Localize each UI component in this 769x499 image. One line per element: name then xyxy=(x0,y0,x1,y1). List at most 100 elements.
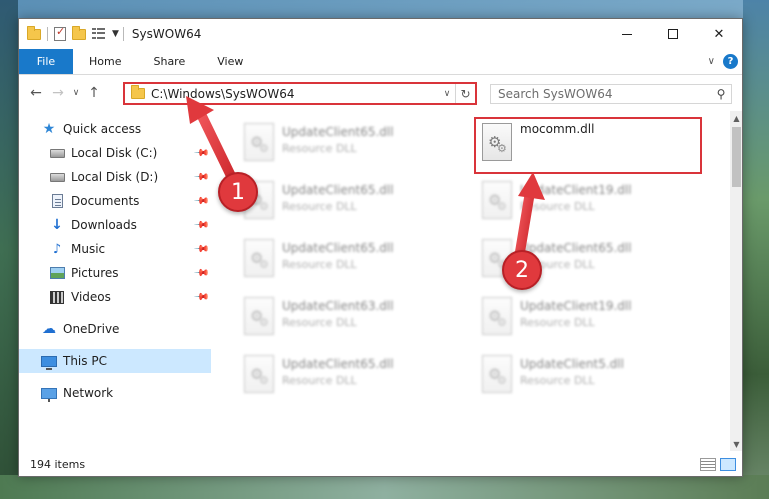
scrollbar-thumb[interactable] xyxy=(732,127,741,187)
sidebar-item-label: Music xyxy=(71,242,106,256)
sidebar-item-this-pc[interactable]: This PC xyxy=(19,349,211,373)
sidebar-item-music[interactable]: ♪ Music 📌 xyxy=(19,237,211,261)
desktop-background-left xyxy=(0,0,18,499)
sidebar-item-documents[interactable]: Documents 📌 xyxy=(19,189,211,213)
address-path[interactable]: C:\Windows\SysWOW64 xyxy=(151,87,439,101)
file-type: Resource DLL xyxy=(282,258,357,271)
pin-icon: 📌 xyxy=(192,216,210,234)
minimize-button[interactable] xyxy=(604,19,650,49)
dll-file-icon xyxy=(482,297,512,335)
file-tile[interactable]: UpdateClient65.dll Resource DLL xyxy=(238,177,473,227)
dll-file-icon xyxy=(482,355,512,393)
recent-locations-dropdown-icon[interactable]: ∨ xyxy=(69,88,83,98)
file-type: Resource DLL xyxy=(282,200,357,213)
tab-file[interactable]: File xyxy=(19,49,73,74)
sidebar-item-network[interactable]: Network xyxy=(19,381,211,405)
file-tile[interactable]: UpdateClient5.dll Resource DLL xyxy=(476,351,711,401)
new-folder-icon[interactable] xyxy=(72,25,86,40)
back-button[interactable]: ← xyxy=(25,85,47,101)
pin-icon: 📌 xyxy=(192,144,210,162)
computer-icon xyxy=(41,354,57,370)
title-separator xyxy=(122,27,124,41)
videos-icon xyxy=(49,290,65,304)
desktop-background-right xyxy=(743,0,769,499)
scroll-up-arrow-icon[interactable]: ▲ xyxy=(730,111,742,125)
sidebar-item-videos[interactable]: Videos 📌 xyxy=(19,285,211,309)
file-type: Resource DLL xyxy=(282,374,357,387)
cloud-icon: ☁ xyxy=(42,321,56,337)
scroll-down-arrow-icon[interactable]: ▼ xyxy=(730,437,742,451)
tab-share[interactable]: Share xyxy=(137,49,201,74)
file-list: UpdateClient65.dll Resource DLL UpdateCli… xyxy=(212,111,730,451)
sidebar-item-local-disk-c[interactable]: Local Disk (C:) 📌 xyxy=(19,141,211,165)
file-type: Resource DLL xyxy=(520,316,595,329)
maximize-button[interactable] xyxy=(650,19,696,49)
file-type: Resource DLL xyxy=(520,374,595,387)
annotation-badge-1: 1 xyxy=(218,172,258,212)
refresh-button[interactable]: ↻ xyxy=(455,84,475,103)
window-controls: ✕ xyxy=(604,19,742,49)
sidebar-item-local-disk-d[interactable]: Local Disk (D:) 📌 xyxy=(19,165,211,189)
navigation-bar: ← → ∨ ↑ C:\Windows\SysWOW64 ∨ ↻ ⚲ xyxy=(19,76,742,110)
file-name: UpdateClient19.dll xyxy=(520,299,632,313)
up-button[interactable]: ↑ xyxy=(83,85,105,101)
pin-icon: 📌 xyxy=(192,288,210,306)
file-tile[interactable]: UpdateClient65.dll Resource DLL xyxy=(238,235,473,285)
status-bar: 194 items xyxy=(19,451,742,476)
pin-icon: 📌 xyxy=(192,192,210,210)
file-name: UpdateClient19.dll xyxy=(520,183,632,197)
sidebar-item-pictures[interactable]: Pictures 📌 xyxy=(19,261,211,285)
address-dropdown-icon[interactable]: ∨ xyxy=(439,89,455,99)
file-type: Resource DLL xyxy=(282,142,357,155)
help-icon[interactable]: ? xyxy=(723,54,738,69)
properties-icon[interactable] xyxy=(54,25,66,41)
dll-file-icon xyxy=(244,355,274,393)
search-input[interactable] xyxy=(491,87,711,101)
file-tile[interactable]: UpdateClient65.dll Resource DLL xyxy=(238,119,473,169)
search-box[interactable]: ⚲ xyxy=(490,84,732,104)
pin-icon: 📌 xyxy=(192,168,210,186)
file-tile[interactable]: UpdateClient65.dll Resource DLL xyxy=(238,351,473,401)
file-name: mocomm.dll xyxy=(520,122,595,136)
tiles-view-icon[interactable] xyxy=(720,458,736,471)
toolbar-separator xyxy=(47,27,48,41)
tab-view[interactable]: View xyxy=(201,49,259,74)
search-icon[interactable]: ⚲ xyxy=(711,87,731,101)
window-title: SysWOW64 xyxy=(131,27,202,41)
file-tile[interactable]: UpdateClient19.dll Resource DLL xyxy=(476,177,711,227)
file-tile[interactable]: UpdateClient63.dll Resource DLL xyxy=(238,293,473,343)
sidebar-item-quick-access[interactable]: ★ Quick access xyxy=(19,117,211,141)
tab-home[interactable]: Home xyxy=(73,49,137,74)
dll-file-icon xyxy=(244,297,274,335)
download-icon: ↓ xyxy=(51,217,63,233)
sidebar-item-label: Pictures xyxy=(71,266,119,280)
ribbon-tabs: File Home Share View ∨ ? xyxy=(19,49,742,75)
sidebar-item-label: Quick access xyxy=(63,122,142,136)
view-switcher xyxy=(700,458,742,471)
sidebar-item-label: Downloads xyxy=(71,218,137,232)
vertical-scrollbar[interactable]: ▲ ▼ xyxy=(730,111,742,451)
file-name: UpdateClient65.dll xyxy=(282,183,394,197)
file-name: UpdateClient5.dll xyxy=(520,357,624,371)
disk-icon xyxy=(49,146,65,160)
sidebar-item-label: Network xyxy=(63,386,114,400)
sidebar-item-onedrive[interactable]: ☁ OneDrive xyxy=(19,317,211,341)
sidebar-item-downloads[interactable]: ↓ Downloads 📌 xyxy=(19,213,211,237)
file-tile-mocomm-dll[interactable]: mocomm.dll xyxy=(474,117,702,174)
pin-icon: 📌 xyxy=(192,264,210,282)
details-view-icon[interactable] xyxy=(700,458,716,471)
address-bar[interactable]: C:\Windows\SysWOW64 ∨ ↻ xyxy=(123,82,477,105)
star-icon: ★ xyxy=(42,121,56,137)
file-type: Resource DLL xyxy=(520,200,595,213)
expand-ribbon-chevron-icon[interactable]: ∨ xyxy=(708,56,715,67)
folder-icon xyxy=(27,25,41,40)
customize-toolbar-dropdown-icon[interactable]: ▼ xyxy=(112,29,119,39)
title-bar: ▼ SysWOW64 ✕ xyxy=(19,19,742,49)
forward-button[interactable]: → xyxy=(47,85,69,101)
file-name: UpdateClient65.dll xyxy=(520,241,632,255)
customize-view-icon[interactable] xyxy=(92,28,106,40)
file-tile[interactable]: UpdateClient19.dll Resource DLL xyxy=(476,293,711,343)
dll-file-icon xyxy=(482,181,512,219)
close-button[interactable]: ✕ xyxy=(696,19,742,49)
sidebar-item-label: Documents xyxy=(71,194,140,208)
